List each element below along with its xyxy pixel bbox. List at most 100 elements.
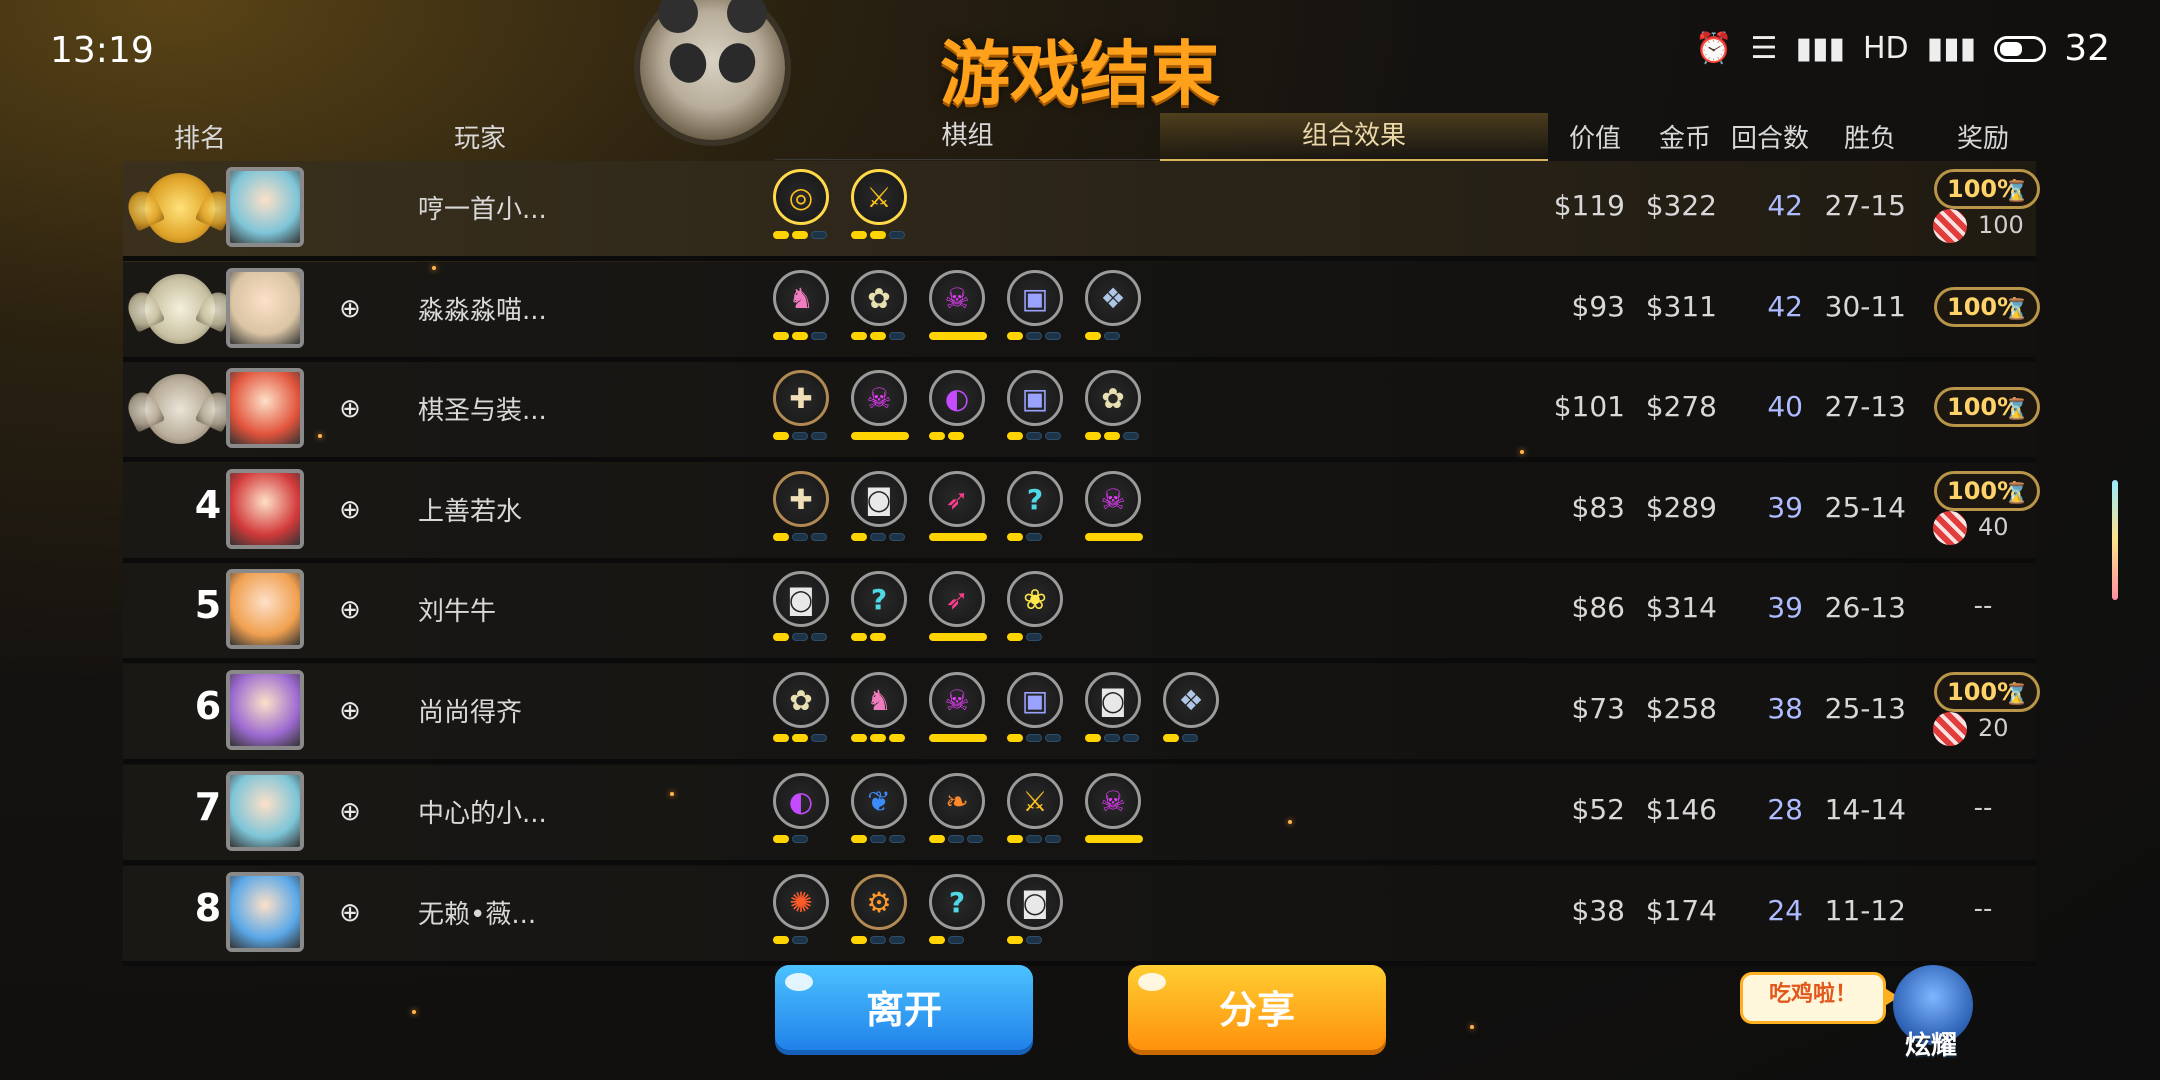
trait-badge[interactable]: ❦ <box>851 773 911 853</box>
reward-badge[interactable]: 100% ⌛ <box>1934 672 2040 712</box>
trait-badge[interactable]: ✿ <box>773 672 833 752</box>
rank-medal-silver-icon <box>145 274 215 344</box>
trait-badge[interactable]: ◎ <box>773 169 833 249</box>
trait-badge[interactable]: ? <box>1007 471 1067 551</box>
player-winloss: 14-14 <box>1824 793 1906 826</box>
trait-badge[interactable]: ⚔ <box>1007 773 1067 853</box>
trait-icon: ❀ <box>1007 571 1063 627</box>
reward-badge[interactable]: 100% ⌛ <box>1934 471 2040 511</box>
player-winloss: 26-13 <box>1824 591 1906 624</box>
trait-badge[interactable]: ☠ <box>929 672 989 752</box>
trait-badge[interactable]: ◙ <box>1007 874 1067 954</box>
trait-level-bar <box>948 936 964 944</box>
trait-badge[interactable]: ✚ <box>773 471 833 551</box>
candy-count: 100 <box>1978 211 2024 239</box>
trait-badge[interactable]: ⚙ <box>851 874 911 954</box>
player-name: 尚尚得齐 <box>418 698 523 728</box>
player-avatar[interactable] <box>226 670 304 750</box>
reward-badge[interactable]: 100% ⌛ <box>1934 169 2040 209</box>
tab-chess[interactable]: 棋组 <box>775 113 1160 160</box>
trait-icon: ✿ <box>773 672 829 728</box>
player-avatar[interactable] <box>226 167 304 247</box>
trait-badge[interactable]: ✚ <box>773 370 833 450</box>
player-value: $119 <box>1553 189 1625 222</box>
trait-badge[interactable]: ✿ <box>851 270 911 350</box>
player-avatar[interactable] <box>226 872 304 952</box>
player-winloss: 25-13 <box>1824 692 1906 725</box>
trait-icon: ❧ <box>929 773 985 829</box>
trait-level-bar <box>889 231 905 239</box>
trait-badge[interactable]: ◐ <box>773 773 833 853</box>
trait-badge[interactable]: ◙ <box>1085 672 1145 752</box>
trait-badge[interactable]: ▣ <box>1007 270 1067 350</box>
table-row[interactable]: ⊕ 棋圣与装... ✚ ☠ ◐ ▣ ✿ $101 $278 40 27-13 100% ⌛ <box>123 362 2040 462</box>
add-friend-icon[interactable]: ⊕ <box>335 294 365 324</box>
trait-badge[interactable]: ? <box>929 874 989 954</box>
leave-button[interactable]: 离开 <box>775 965 1033 1055</box>
trait-badge[interactable]: ❧ <box>929 773 989 853</box>
trait-badge[interactable]: ▣ <box>1007 672 1067 752</box>
reward-badge[interactable]: 100% ⌛ <box>1934 287 2040 327</box>
trait-badge[interactable]: ◙ <box>773 571 833 651</box>
player-avatar[interactable] <box>226 771 304 851</box>
add-friend-icon[interactable]: ⊕ <box>335 696 365 726</box>
trait-badge[interactable]: ☠ <box>1085 471 1145 551</box>
trait-badge[interactable]: ✺ <box>773 874 833 954</box>
trait-badge[interactable]: ▣ <box>1007 370 1067 450</box>
add-friend-icon[interactable]: ⊕ <box>335 797 365 827</box>
rank-medal-bronze-icon <box>145 374 215 444</box>
trait-badge[interactable]: ♞ <box>851 672 911 752</box>
player-rounds: 42 <box>1767 290 1803 323</box>
trait-icon: ✚ <box>773 370 829 426</box>
table-row[interactable]: 7 ⊕ 中心的小... ◐ ❦ ❧ ⚔ ☠ $52 $146 28 14-14 -- <box>123 765 2036 865</box>
player-avatar[interactable] <box>226 268 304 348</box>
trait-icon: ❖ <box>1163 672 1219 728</box>
scrollbar[interactable] <box>2112 480 2118 600</box>
player-avatar[interactable] <box>226 368 304 448</box>
table-row[interactable]: 哼一首小... ◎ ⚔ $119 $322 42 27-15 100% ⌛ 100 <box>123 161 2040 261</box>
trait-level-bar <box>1104 734 1120 742</box>
player-gold: $311 <box>1645 290 1717 323</box>
trait-badge[interactable]: ☠ <box>1085 773 1145 853</box>
trait-badge[interactable]: ◐ <box>929 370 989 450</box>
reward-badge[interactable]: 100% ⌛ <box>1934 387 2040 427</box>
candy-icon <box>1933 511 1967 545</box>
trait-badge[interactable]: ❖ <box>1163 672 1223 752</box>
trait-icon: ➶ <box>929 471 985 527</box>
player-avatar[interactable] <box>226 569 304 649</box>
add-friend-icon[interactable]: ⊕ <box>335 495 365 525</box>
table-row[interactable]: 6 ⊕ 尚尚得齐 ✿ ♞ ☠ ▣ ◙ ❖ $73 $258 38 25-13 100% ⌛ 20 <box>123 664 2040 764</box>
trait-badge[interactable]: ➶ <box>929 471 989 551</box>
trait-badge[interactable]: ❀ <box>1007 571 1067 651</box>
table-row[interactable]: 5 ⊕ 刘牛牛 ◙? ➶ ❀ $86 $314 39 26-13 -- <box>123 563 2036 663</box>
table-row[interactable]: ⊕ 淼淼淼喵... ♞ ✿ ☠ ▣ ❖ $93 $311 42 30-11 100% ⌛ <box>123 262 2040 362</box>
trait-badge[interactable]: ☠ <box>929 270 989 350</box>
brag-button[interactable]: 炫耀 <box>1905 1025 1957 1062</box>
trait-badge[interactable]: ? <box>851 571 911 651</box>
spark <box>670 792 674 796</box>
add-friend-icon[interactable]: ⊕ <box>335 898 365 928</box>
trait-badge[interactable]: ♞ <box>773 270 833 350</box>
trait-level-bar <box>1007 533 1023 541</box>
trait-level-bar <box>889 936 905 944</box>
player-avatar[interactable] <box>226 469 304 549</box>
add-friend-icon[interactable]: ⊕ <box>335 595 365 625</box>
trait-icon: ☠ <box>1085 471 1141 527</box>
table-row[interactable]: 4 ⊕ 上善若水 ✚ ◙ ➶? ☠ $83 $289 39 25-14 100% ⌛ 40 <box>123 463 2040 563</box>
add-friend-icon[interactable]: ⊕ <box>335 394 365 424</box>
trait-badge[interactable]: ❖ <box>1085 270 1145 350</box>
trait-badge[interactable]: ✿ <box>1085 370 1145 450</box>
tab-combo[interactable]: 组合效果 <box>1160 113 1548 162</box>
trait-level-bars <box>929 835 983 843</box>
trait-badge[interactable]: ⚔ <box>851 169 911 249</box>
trait-badge[interactable]: ☠ <box>851 370 911 450</box>
trait-level-bar <box>773 734 789 742</box>
player-name: 淼淼淼喵... <box>418 296 547 326</box>
table-row[interactable]: 8 ⊕ 无赖•薇... ✺ ⚙? ◙ $38 $174 24 11-12 -- <box>123 866 2036 966</box>
share-button[interactable]: 分享 <box>1128 965 1386 1055</box>
player-rounds: 40 <box>1767 390 1803 423</box>
trait-badge[interactable]: ◙ <box>851 471 911 551</box>
trait-level-bar <box>1026 633 1042 641</box>
trait-badge[interactable]: ➶ <box>929 571 989 651</box>
trait-level-bars <box>1085 432 1139 440</box>
